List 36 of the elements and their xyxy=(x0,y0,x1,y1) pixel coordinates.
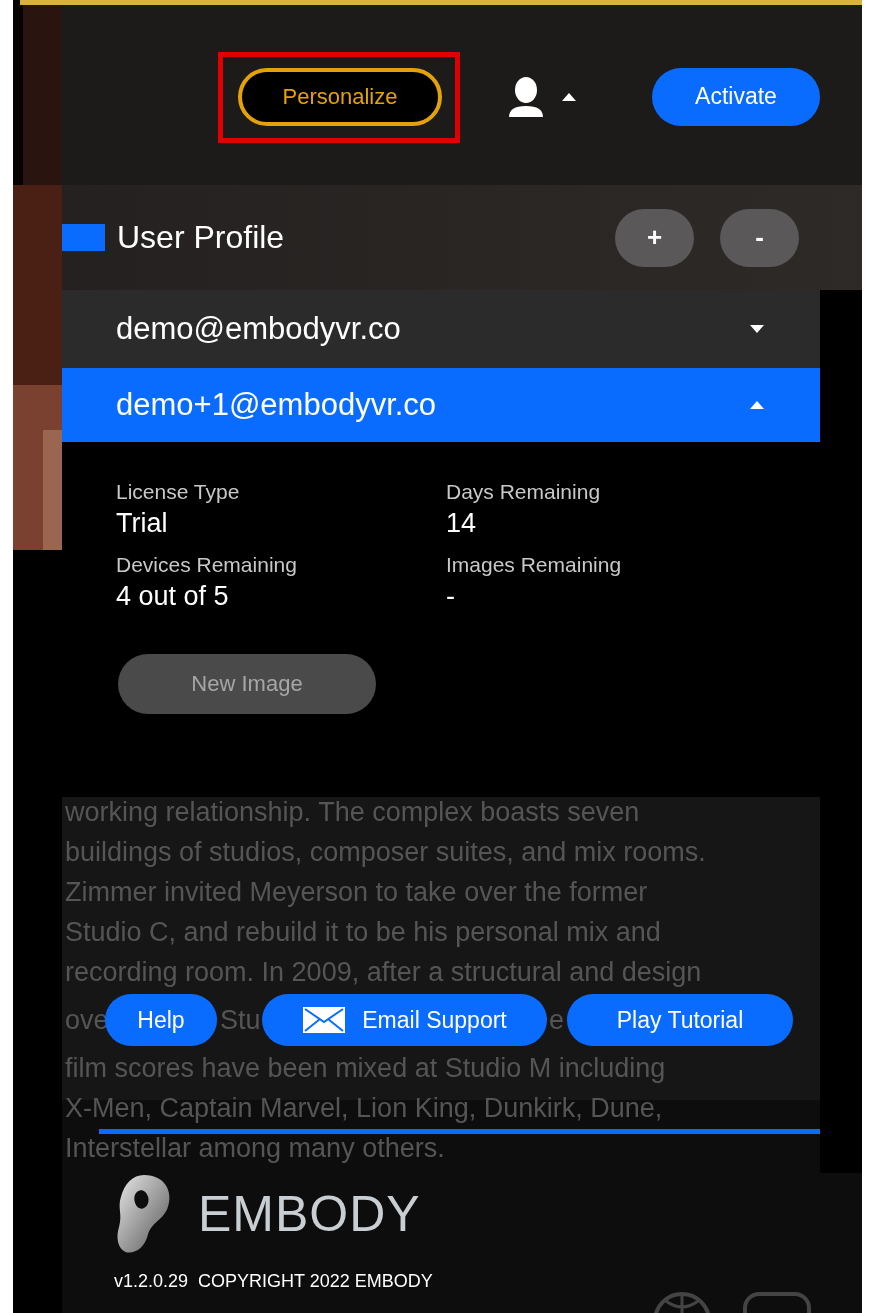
add-button[interactable]: + xyxy=(615,208,695,267)
caret-up-icon xyxy=(750,401,764,409)
detail-label: Devices Remaining xyxy=(116,553,298,577)
detail-label: Images Remaining xyxy=(446,553,623,577)
caret-up-icon[interactable] xyxy=(562,92,576,101)
detail-value: 14 xyxy=(446,508,478,539)
activate-button[interactable]: Activate xyxy=(652,67,820,126)
background-text-line: recording room. In 2009, after a structural and design xyxy=(64,956,703,989)
envelope-icon xyxy=(302,1006,347,1034)
section-title: User Profile xyxy=(117,219,285,256)
remove-button[interactable]: - xyxy=(720,208,800,267)
user-icon[interactable] xyxy=(508,76,544,117)
email-support-button[interactable]: Email Support xyxy=(262,994,547,1046)
detail-label: Days Remaining xyxy=(446,480,602,504)
detail-value: - xyxy=(446,581,456,612)
personalize-button[interactable]: Personalize xyxy=(238,67,442,126)
caret-down-icon xyxy=(750,325,764,333)
version-text: v1.2.0.29 COPYRIGHT 2022 EMBODY xyxy=(114,1271,433,1292)
background-text-line: X-Men, Captain Marvel, Lion King, Dunkirk, Dune, xyxy=(64,1092,664,1125)
profile-marker-icon xyxy=(62,224,105,251)
background-text-line: Interstellar among many others. xyxy=(64,1132,446,1165)
account-row[interactable]: demo+1@embodyvr.co xyxy=(62,368,820,442)
background-text-line: Zimmer invited Meyerson to take over the former xyxy=(64,876,649,909)
help-button[interactable]: Help xyxy=(105,994,217,1046)
brand-name: EMBODY xyxy=(198,1185,421,1243)
detail-label: License Type xyxy=(116,480,241,504)
background-text-fragment: Stu xyxy=(220,1004,261,1037)
background-text-line: film scores have been mixed at Studio M including xyxy=(64,1052,667,1085)
detail-value: 4 out of 5 xyxy=(116,581,230,612)
background-text-fragment: e xyxy=(549,1004,565,1037)
background-text-line: Studio C, and rebuild it to be his personal mix and xyxy=(64,916,662,949)
play-tutorial-button[interactable]: Play Tutorial xyxy=(567,994,793,1046)
background-text-line: working relationship. The complex boasts seven xyxy=(64,796,641,829)
account-row[interactable]: demo@embodyvr.co xyxy=(62,290,820,368)
background-text-line: buildings of studios, composer suites, and mix rooms. xyxy=(64,836,707,869)
detail-value: Trial xyxy=(116,508,169,539)
